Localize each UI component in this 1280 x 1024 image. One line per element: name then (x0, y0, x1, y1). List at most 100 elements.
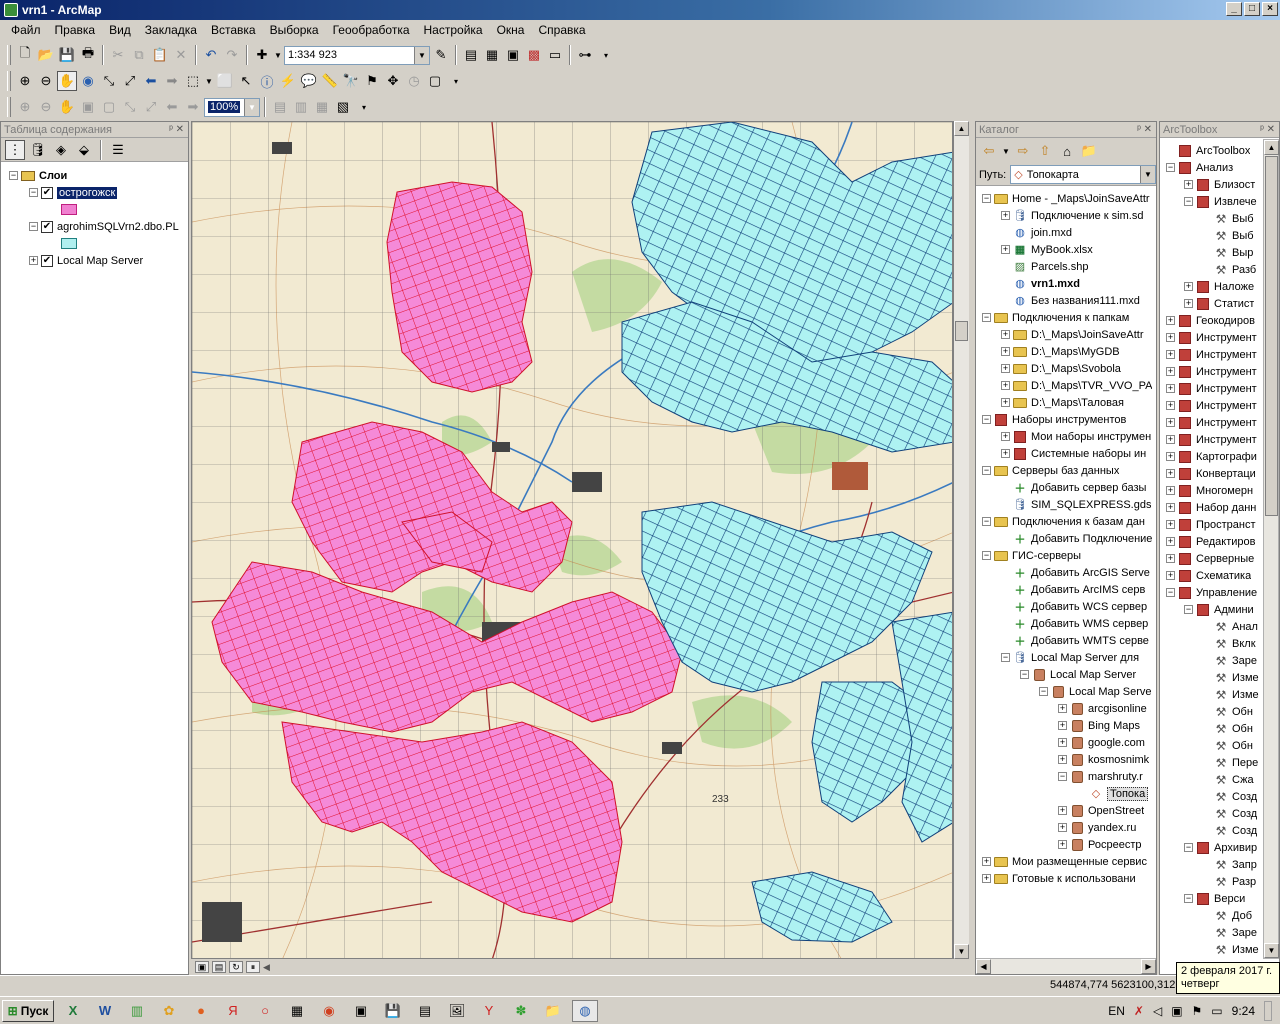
toolbox-tree-item[interactable]: + Инструмент (1166, 397, 1257, 414)
expand-icon[interactable]: + (1166, 469, 1175, 478)
expand-icon[interactable]: + (1058, 806, 1067, 815)
catalog-tree-item[interactable]: + Системные наборы ин (1001, 445, 1146, 462)
copy-icon[interactable]: ⧉ (129, 45, 149, 65)
model-builder-icon[interactable]: ⊶ (575, 45, 595, 65)
chevron-down-icon[interactable]: ▼ (244, 98, 259, 116)
expand-icon[interactable]: + (1166, 333, 1175, 342)
catalog-tree-item[interactable]: + yandex.ru (1058, 819, 1136, 836)
collapse-icon[interactable]: − (29, 188, 38, 197)
toolbox-tree-item[interactable]: + Инструмент (1166, 363, 1257, 380)
flower-app-icon[interactable]: ✽ (508, 1000, 534, 1022)
menu-windows[interactable]: Окна (490, 23, 532, 37)
toolbox-tree-item[interactable]: + Редактиров (1166, 533, 1255, 550)
identify-icon[interactable]: ⓘ (257, 71, 277, 91)
expand-icon[interactable]: + (1166, 554, 1175, 563)
toolbox-tree-item[interactable]: ⚒ Запр (1202, 856, 1257, 873)
menu-edit[interactable]: Правка (48, 23, 103, 37)
toolbox-tree-item[interactable]: ⚒ Заре (1202, 652, 1257, 669)
mosaic-icon[interactable]: ✿ (156, 1000, 182, 1022)
excel-icon[interactable]: X (60, 1000, 86, 1022)
zoom-out-icon[interactable]: ⊖ (36, 71, 56, 91)
start-button[interactable]: ⊞ Пуск (2, 999, 54, 1022)
catalog-tree-item[interactable]: − marshruty.r (1058, 768, 1143, 785)
menu-view[interactable]: Вид (102, 23, 138, 37)
cut-icon[interactable]: ✂ (108, 45, 128, 65)
expand-icon[interactable]: + (1058, 823, 1067, 832)
expand-icon[interactable]: + (1001, 330, 1010, 339)
toolbox-tree-item[interactable]: ⚒ Обн (1202, 703, 1253, 720)
layer-symbol[interactable] (61, 235, 77, 252)
pin-close-icon[interactable]: ᵖ ✕ (1260, 122, 1275, 138)
expand-icon[interactable]: + (1058, 738, 1067, 747)
full-extent-icon[interactable]: ◉ (78, 71, 98, 91)
layout-fixed-out-icon[interactable]: ⤢ (141, 97, 161, 117)
toolbox-tree-item[interactable]: ⚒ Выб (1202, 210, 1254, 227)
chevron-down-icon[interactable]: ▼ (1140, 166, 1155, 183)
collapse-icon[interactable]: − (1020, 670, 1029, 679)
map-canvas[interactable]: 233 (192, 122, 953, 959)
scroll-thumb[interactable] (1265, 156, 1278, 516)
scale-combo[interactable]: 1:334 923 ▼ (284, 45, 430, 65)
save-app-icon[interactable]: 💾 (380, 1000, 406, 1022)
html-popup-icon[interactable]: 💬 (299, 71, 319, 91)
python-window-icon[interactable]: ▭ (545, 45, 565, 65)
expand-icon[interactable]: + (1001, 211, 1010, 220)
scroll-right-icon[interactable]: ▶ (1141, 959, 1156, 974)
toolbox-tree-item[interactable]: ⚒ Анал (1202, 618, 1258, 635)
network-icon[interactable]: ✗ (1134, 1004, 1144, 1018)
show-desktop-icon[interactable] (1264, 1001, 1272, 1021)
refresh-icon[interactable]: ↻ (229, 961, 243, 973)
arcmap-taskbar-icon[interactable]: ◍ (572, 999, 598, 1022)
chrome-icon[interactable]: ◉ (316, 1000, 342, 1022)
collapse-icon[interactable]: − (982, 551, 991, 560)
toolbox-tree-item[interactable]: + Набор данн (1166, 499, 1256, 516)
folder-app-icon[interactable]: 📁 (540, 1000, 566, 1022)
expand-icon[interactable]: + (1001, 364, 1010, 373)
add-data-icon[interactable]: ✚ (252, 45, 272, 65)
menu-geoprocessing[interactable]: Геообработка (326, 23, 417, 37)
delete-icon[interactable]: ✕ (171, 45, 191, 65)
toolbox-tree-item[interactable]: + Наложе (1184, 278, 1254, 295)
toolbox-tree-item[interactable]: ⚒ Созд (1202, 805, 1258, 822)
catalog-tree-item[interactable]: + ▦ MyBook.xlsx (1001, 241, 1093, 258)
collapse-icon[interactable]: − (1166, 163, 1175, 172)
collapse-icon[interactable]: − (982, 194, 991, 203)
layers-root[interactable]: − Слои (9, 167, 67, 184)
catalog-tree-item[interactable]: + D:\_Maps\Таловая (1001, 394, 1124, 411)
catalog-tree-item[interactable]: ◍ vrn1.mxd (1001, 275, 1080, 292)
forward-icon[interactable]: ➡ (162, 71, 182, 91)
toolbox-tree-item[interactable]: ArcToolbox (1166, 142, 1250, 159)
menu-selection[interactable]: Выборка (263, 23, 326, 37)
expand-icon[interactable]: + (982, 874, 991, 883)
hardware-icon[interactable]: ▤ (412, 1000, 438, 1022)
catalog-tree-item[interactable]: + Мои размещенные сервис (982, 853, 1147, 870)
expand-icon[interactable]: + (1166, 316, 1175, 325)
find-route-icon[interactable]: ⚑ (362, 71, 382, 91)
map-view[interactable]: 233 (191, 121, 953, 959)
expand-icon[interactable]: + (1001, 347, 1010, 356)
toc-options-icon[interactable]: ☰ (108, 140, 128, 160)
clock[interactable]: 9:24 (1232, 1004, 1255, 1018)
expand-icon[interactable]: + (1166, 520, 1175, 529)
expand-icon[interactable]: + (1166, 401, 1175, 410)
expand-icon[interactable]: + (1058, 704, 1067, 713)
catalog-tree-item[interactable]: + Росреестр (1058, 836, 1141, 853)
layer-visibility-checkbox[interactable]: ✔ (41, 220, 53, 233)
catalog-tree-item[interactable]: − Home - _Maps\JoinSaveAttr (982, 190, 1150, 207)
collapse-icon[interactable]: − (29, 222, 38, 231)
expand-icon[interactable]: + (1058, 840, 1067, 849)
scroll-down-icon[interactable]: ▼ (954, 944, 969, 959)
pin-close-icon[interactable]: ᵖ ✕ (169, 122, 184, 138)
expand-icon[interactable]: + (1166, 503, 1175, 512)
layout-back-icon[interactable]: ⬅ (162, 97, 182, 117)
layer-ostrogozhsk[interactable]: − ✔ острогожск (29, 184, 118, 201)
toolbox-tree-item[interactable]: ⚒ Обн (1202, 737, 1253, 754)
toggle-draft-icon[interactable]: ▤ (270, 97, 290, 117)
toolbox-tree-item[interactable]: + Многомерн (1166, 482, 1253, 499)
calculator-icon[interactable]: ▦ (284, 1000, 310, 1022)
connect-folder-icon[interactable]: 📁 (1079, 141, 1099, 161)
collapse-icon[interactable]: − (1184, 843, 1193, 852)
toolbar-grip[interactable] (7, 71, 11, 91)
toolbox-tree-item[interactable]: + Инструмент (1166, 346, 1257, 363)
toolbox-tree-item[interactable]: + Инструмент (1166, 329, 1257, 346)
